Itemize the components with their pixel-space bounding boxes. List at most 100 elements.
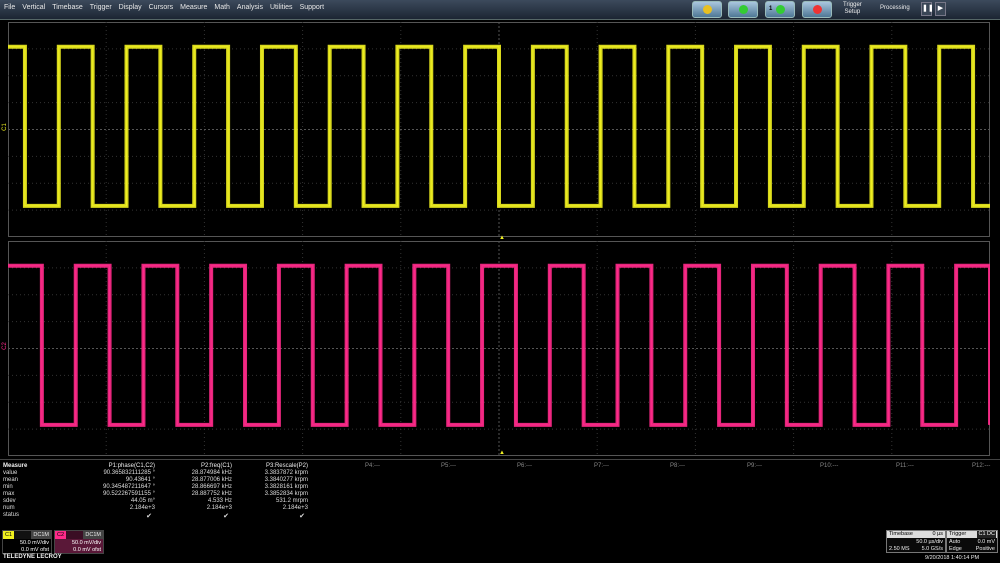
measure-cell: 44.05 m° <box>130 498 155 504</box>
datetime: 9/20/2018 1:40:14 PM <box>925 555 980 561</box>
waveform-c2 <box>8 241 990 456</box>
c1-descriptor[interactable]: C1 DC1M 50.0 mV/div 0.0 mV ofst <box>2 530 52 554</box>
menu-bar: File Vertical Timebase Trigger Display Cursor… <box>0 0 1000 20</box>
timebase-title: Timebase <box>889 531 913 537</box>
toolbar-button-icon <box>703 5 712 14</box>
menu-timebase[interactable]: Timebase <box>52 4 82 11</box>
measure-cell: 90.522267591155 ° <box>102 491 155 497</box>
grid-c2[interactable] <box>8 241 990 456</box>
toolbar-button-3[interactable]: 1 <box>765 1 795 18</box>
measure-empty-slot[interactable]: P6:--- <box>517 463 532 469</box>
timebase-delay: 0 µs <box>932 531 943 537</box>
c2-name: C2 <box>55 531 67 539</box>
toolbar-button-icon <box>776 5 785 14</box>
play-icon[interactable]: ▶ <box>935 2 946 16</box>
c1-name: C1 <box>3 531 15 539</box>
measure-empty-slot[interactable]: P8:--- <box>670 463 685 469</box>
measure-cell: 90.365832111285 ° <box>103 470 155 476</box>
trigger-type: Edge <box>949 546 962 552</box>
c2-descriptor[interactable]: C2 DC1M 50.0 mV/div 0.0 mV ofst <box>54 530 104 554</box>
measure-param-header[interactable]: P3:Rescale(P2) <box>228 463 308 469</box>
c2-offset: 0.0 mV ofst <box>73 547 101 553</box>
measure-cell: 28.874984 kHz <box>191 470 232 476</box>
toolbar-button-1[interactable] <box>692 1 722 18</box>
measure-cell: 531.2 mrpm <box>275 498 308 504</box>
measure-row-label: sdev <box>3 498 16 504</box>
grid-c1[interactable] <box>8 22 990 237</box>
trigger-slope: Positive <box>975 546 995 552</box>
trigger-mode: Auto <box>949 539 961 545</box>
measure-empty-slot[interactable]: P10:--- <box>820 463 838 469</box>
main-menu: File Vertical Timebase Trigger Display Cursor… <box>4 4 324 11</box>
measure-cell: 3.3828161 krpm <box>264 484 308 490</box>
measure-cell: 28.866697 kHz <box>191 484 232 490</box>
measure-empty-slot[interactable]: P4:--- <box>365 463 380 469</box>
status-check-icon: ✔ <box>223 513 229 520</box>
measure-empty-slot[interactable]: P11:--- <box>896 463 914 469</box>
measure-cell: 2.184e+3 <box>282 505 308 511</box>
trigger-channel: C1 DC <box>977 531 996 538</box>
measure-empty-slot[interactable]: P7:--- <box>594 463 609 469</box>
measure-cell: 90.43641 ° <box>125 477 155 483</box>
toolbar-button-icon <box>739 5 748 14</box>
trigger-level: 0.0 mV <box>977 539 995 545</box>
menu-vertical[interactable]: Vertical <box>22 4 45 11</box>
trigger-title: Trigger <box>949 531 967 537</box>
measure-param-header[interactable]: P2:freq(C1) <box>152 463 232 469</box>
measure-empty-slot[interactable]: P5:--- <box>441 463 456 469</box>
measure-cell: 28.887752 kHz <box>191 491 232 497</box>
trigger-setup-label-1: Trigger <box>843 2 862 8</box>
trigger-marker-icon: ▲ <box>499 235 505 241</box>
toolbar-button-2[interactable] <box>728 1 758 18</box>
c1-offset: 0.0 mV ofst <box>21 547 49 553</box>
toolbar-button-num: 1 <box>769 6 773 12</box>
timebase-per-div: 50.0 µs/div <box>916 539 943 545</box>
status-check-icon: ✔ <box>146 513 152 520</box>
c2-axis-label: C2 <box>1 342 8 350</box>
timebase-samples: 2.50 MS <box>889 546 910 552</box>
c1-axis-label: C1 <box>1 123 8 131</box>
toolbar-button-icon <box>813 5 822 14</box>
toolbar-button-4[interactable] <box>802 1 832 18</box>
menu-utilities[interactable]: Utilities <box>270 4 293 11</box>
menu-cursors[interactable]: Cursors <box>149 4 174 11</box>
measure-row-label: num <box>3 505 15 511</box>
pause-icon[interactable]: ❚❚ <box>921 2 934 16</box>
menu-measure[interactable]: Measure <box>180 4 207 11</box>
measure-cell: 2.184e+3 <box>206 505 232 511</box>
measure-title: Measure <box>3 463 28 469</box>
trigger-setup-button[interactable]: Trigger Setup <box>843 2 862 16</box>
menu-analysis[interactable]: Analysis <box>237 4 263 11</box>
timebase-box[interactable]: Timebase 0 µs 50.0 µs/div 2.50 MS 5.0 GS… <box>886 530 946 553</box>
measure-row-label: mean <box>3 477 19 483</box>
brand-logo: TELEDYNE LECROY <box>3 554 62 560</box>
measure-cell: 90.345487211647 ° <box>102 484 155 490</box>
menu-trigger[interactable]: Trigger <box>90 4 112 11</box>
measure-cell: 4.533 Hz <box>207 498 232 504</box>
measure-empty-slot[interactable]: P9:--- <box>747 463 762 469</box>
trigger-marker-bottom-icon: ▲ <box>499 450 505 456</box>
measure-row-label: status <box>3 512 20 518</box>
measure-row-label: value <box>3 470 18 476</box>
c2-vdiv: 50.0 mV/div <box>71 540 101 546</box>
trigger-box[interactable]: Trigger C1 DC Auto 0.0 mV Edge Positive <box>946 530 998 553</box>
waveform-c1 <box>8 22 990 237</box>
menu-file[interactable]: File <box>4 4 15 11</box>
status-check-icon: ✔ <box>299 513 305 520</box>
menu-support[interactable]: Support <box>300 4 325 11</box>
c1-coupling: DC1M <box>31 531 51 539</box>
menu-math[interactable]: Math <box>214 4 230 11</box>
measure-cell: 28.877006 kHz <box>191 477 232 483</box>
c2-coupling: DC1M <box>83 531 103 539</box>
measure-cell: 3.3840277 krpm <box>264 477 308 483</box>
trigger-setup-label-2: Setup <box>844 9 861 15</box>
measure-cell: 2.184e+3 <box>129 505 155 511</box>
measure-param-header[interactable]: P1:phase(C1,C2) <box>75 463 155 469</box>
menu-display[interactable]: Display <box>119 4 142 11</box>
timebase-rate: 5.0 GS/s <box>921 546 943 552</box>
c1-vdiv: 50.0 mV/div <box>19 540 49 546</box>
divider <box>0 459 1000 460</box>
measure-table[interactable]: Measure value mean min max sdev num status P1:p… <box>0 461 1000 529</box>
measure-row-label: min <box>3 484 13 490</box>
measure-empty-slot[interactable]: P12:--- <box>972 463 990 469</box>
